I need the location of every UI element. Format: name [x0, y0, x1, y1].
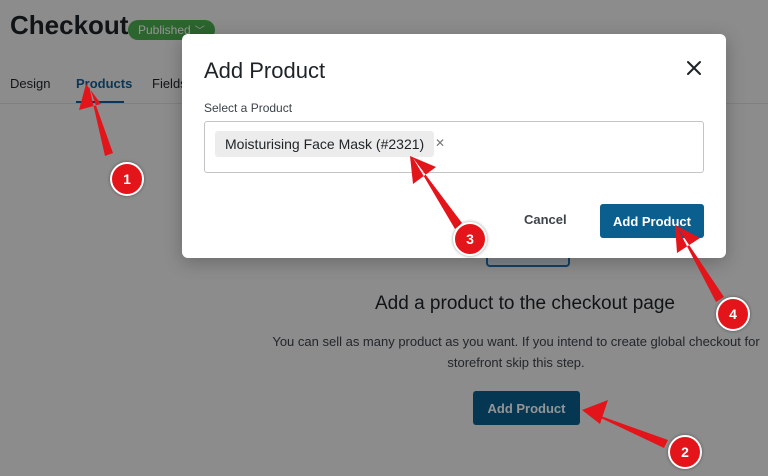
- annotation-marker-1: 1: [110, 162, 144, 196]
- annotation-marker-2: 2: [668, 435, 702, 469]
- arrow-3: [410, 156, 462, 229]
- arrow-2: [582, 400, 668, 448]
- annotation-marker-3: 3: [453, 222, 487, 256]
- arrow-4: [675, 225, 724, 302]
- arrow-1: [79, 84, 113, 156]
- annotation-marker-4: 4: [716, 297, 750, 331]
- annotation-arrows: [79, 84, 724, 448]
